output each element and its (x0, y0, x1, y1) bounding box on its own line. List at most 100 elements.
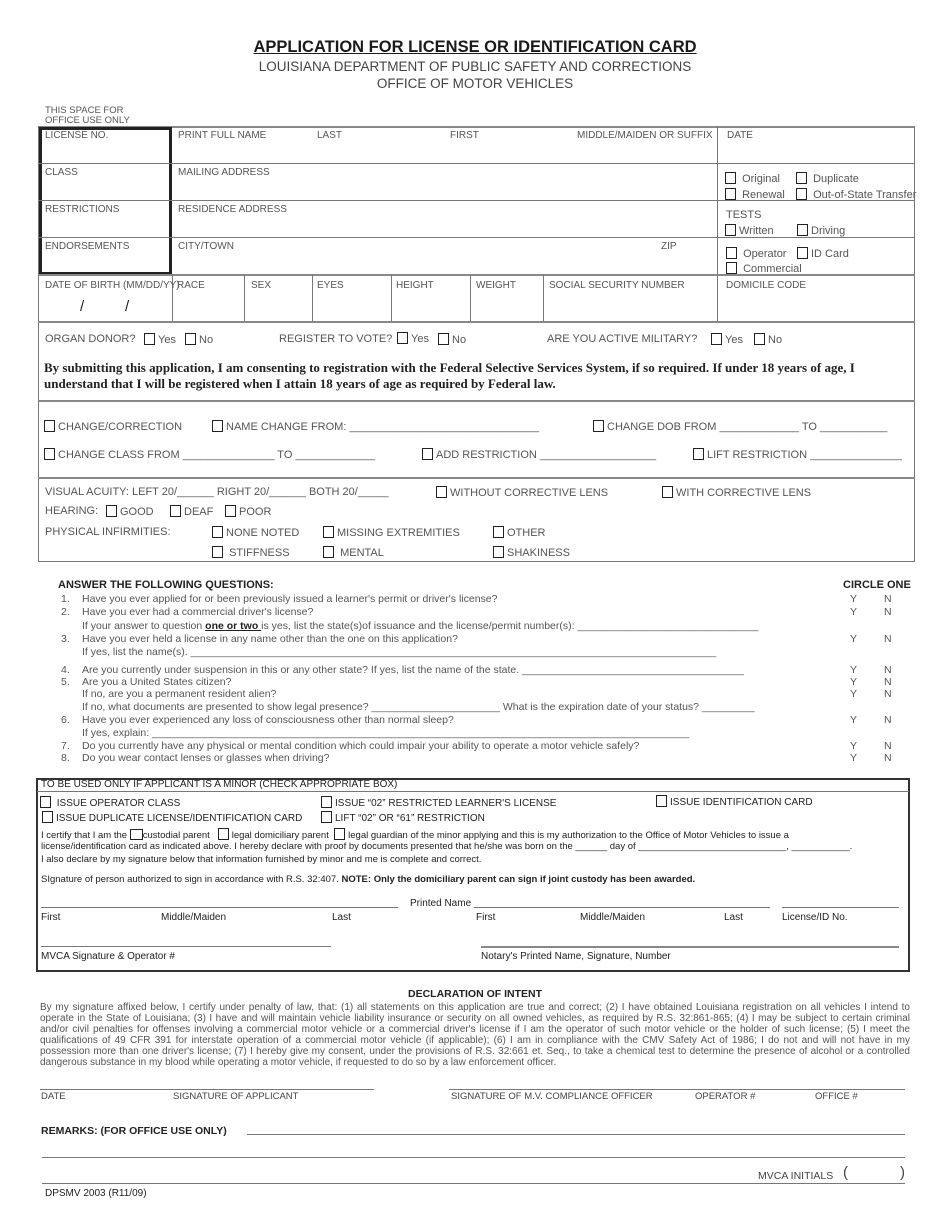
operator-option[interactable]: Operator (726, 247, 786, 260)
issue-operator-option[interactable]: ISSUE OPERATOR CLASS (40, 796, 180, 809)
with-lens-option[interactable]: WITH CORRECTIVE LENS (662, 486, 811, 499)
name-change-checkbox[interactable] (212, 420, 223, 432)
change-correction-checkbox[interactable] (44, 420, 55, 432)
issue-operator-checkbox[interactable] (40, 796, 51, 808)
q8-yes[interactable]: Y (850, 752, 857, 764)
q4-yes[interactable]: Y (850, 664, 857, 676)
register-vote-no-checkbox[interactable] (438, 333, 449, 345)
active-military-no[interactable]: No (754, 333, 782, 346)
notary-line[interactable] (481, 946, 899, 948)
without-lens-checkbox[interactable] (436, 486, 447, 498)
lift-02-option[interactable]: LIFT “02” OR “61” RESTRICTION (321, 811, 485, 824)
ssn-field[interactable] (545, 294, 715, 318)
question-4[interactable]: Are you currently under suspension in th… (82, 664, 744, 677)
city-town-field[interactable] (175, 253, 713, 271)
q5-no[interactable]: N (884, 676, 892, 688)
original-checkbox[interactable] (725, 172, 736, 184)
mailing-address-field[interactable] (175, 179, 713, 197)
with-lens-checkbox[interactable] (662, 486, 673, 498)
race-field[interactable] (174, 294, 242, 318)
applicant-signature-line[interactable] (40, 1089, 374, 1090)
transfer-option[interactable]: Out-of-State Transfer (796, 188, 916, 201)
lift-restriction-checkbox[interactable] (693, 448, 704, 460)
add-restriction-checkbox[interactable] (422, 448, 433, 460)
operator-checkbox[interactable] (726, 247, 737, 259)
duplicate-option[interactable]: Duplicate (796, 172, 859, 185)
change-class-option[interactable]: CHANGE CLASS FROM _______________ TO ___… (44, 448, 375, 461)
dob-field[interactable]: / / (45, 298, 170, 316)
renewal-option[interactable]: Renewal (725, 188, 785, 201)
stiffness-option[interactable]: STIFFNESS (212, 546, 290, 559)
height-field[interactable] (393, 294, 468, 318)
change-correction-option[interactable]: CHANGE/CORRECTION (44, 420, 182, 433)
issue-id-checkbox[interactable] (656, 795, 667, 807)
driving-option[interactable]: Driving (797, 224, 845, 237)
mental-option[interactable]: MENTAL (323, 546, 384, 559)
legal-guardian-checkbox[interactable] (334, 828, 346, 840)
change-dob-checkbox[interactable] (593, 420, 604, 432)
officer-signature-line[interactable] (449, 1089, 905, 1090)
question-3-followup[interactable]: If yes, list the name(s). ______________… (82, 646, 716, 659)
issue-duplicate-checkbox[interactable] (42, 811, 53, 823)
mental-checkbox[interactable] (323, 546, 334, 558)
q5-yes[interactable]: Y (850, 676, 857, 688)
driving-checkbox[interactable] (797, 224, 808, 236)
lift-02-checkbox[interactable] (321, 811, 332, 823)
hearing-deaf-option[interactable]: DEAF (170, 505, 213, 518)
q7-no[interactable]: N (884, 740, 892, 752)
q3-yes[interactable]: Y (850, 633, 857, 645)
mvca-signature-line[interactable] (41, 946, 331, 947)
transfer-checkbox[interactable] (796, 188, 807, 200)
q1-no[interactable]: N (884, 593, 892, 605)
hearing-poor-checkbox[interactable] (225, 505, 236, 517)
sex-field[interactable] (246, 294, 310, 318)
issue-02-checkbox[interactable] (321, 796, 332, 808)
full-name-field[interactable] (175, 142, 713, 160)
other-checkbox[interactable] (493, 526, 504, 538)
q5a-yes[interactable]: Y (850, 688, 857, 700)
q6-no[interactable]: N (884, 714, 892, 726)
stiffness-checkbox[interactable] (212, 546, 223, 558)
shakiness-option[interactable]: SHAKINESS (493, 546, 570, 559)
hearing-good-option[interactable]: GOOD (106, 505, 154, 518)
organ-donor-no-checkbox[interactable] (185, 333, 196, 345)
register-vote-no[interactable]: No (438, 333, 466, 346)
date-field[interactable] (722, 142, 910, 160)
q1-yes[interactable]: Y (850, 593, 857, 605)
q6-yes[interactable]: Y (850, 714, 857, 726)
q7-yes[interactable]: Y (850, 740, 857, 752)
visual-acuity-field[interactable]: VISUAL ACUITY: LEFT 20/______ RIGHT 20/_… (45, 486, 388, 498)
eyes-field[interactable] (314, 294, 389, 318)
written-checkbox[interactable] (725, 224, 736, 236)
change-dob-option[interactable]: CHANGE DOB FROM _____________ TO _______… (593, 420, 887, 433)
missing-extremities-checkbox[interactable] (323, 526, 334, 538)
register-vote-yes[interactable]: Yes (397, 332, 429, 345)
remarks-line-2[interactable] (42, 1157, 905, 1158)
license-id-line[interactable] (782, 907, 899, 908)
written-option[interactable]: Written (725, 224, 774, 237)
hearing-good-checkbox[interactable] (106, 505, 117, 517)
active-military-no-checkbox[interactable] (754, 333, 765, 345)
domicile-code-field[interactable] (722, 294, 910, 318)
organ-donor-no[interactable]: No (185, 333, 213, 346)
change-class-checkbox[interactable] (44, 448, 55, 460)
hearing-poor-option[interactable]: POOR (225, 505, 271, 518)
missing-extremities-option[interactable]: MISSING EXTREMITIES (323, 526, 460, 539)
none-noted-option[interactable]: NONE NOTED (212, 526, 299, 539)
duplicate-checkbox[interactable] (796, 172, 807, 184)
birth-declaration[interactable]: license/identification card as indicated… (41, 841, 852, 852)
q4-no[interactable]: N (884, 664, 892, 676)
issue-02-option[interactable]: ISSUE “02” RESTRICTED LEARNER'S LICENSE (321, 796, 556, 809)
q8-no[interactable]: N (884, 752, 892, 764)
residence-address-field[interactable] (175, 216, 713, 234)
commercial-checkbox[interactable] (726, 262, 737, 274)
hearing-deaf-checkbox[interactable] (170, 505, 181, 517)
q2-no[interactable]: N (884, 606, 892, 618)
organ-donor-yes-checkbox[interactable] (144, 333, 155, 345)
q3-no[interactable]: N (884, 633, 892, 645)
domiciliary-parent-checkbox[interactable] (217, 828, 229, 840)
active-military-yes-checkbox[interactable] (711, 333, 722, 345)
issue-id-option[interactable]: ISSUE IDENTIFICATION CARD (656, 795, 813, 808)
none-noted-checkbox[interactable] (212, 526, 223, 538)
mvca-initials-field[interactable] (850, 1166, 900, 1182)
